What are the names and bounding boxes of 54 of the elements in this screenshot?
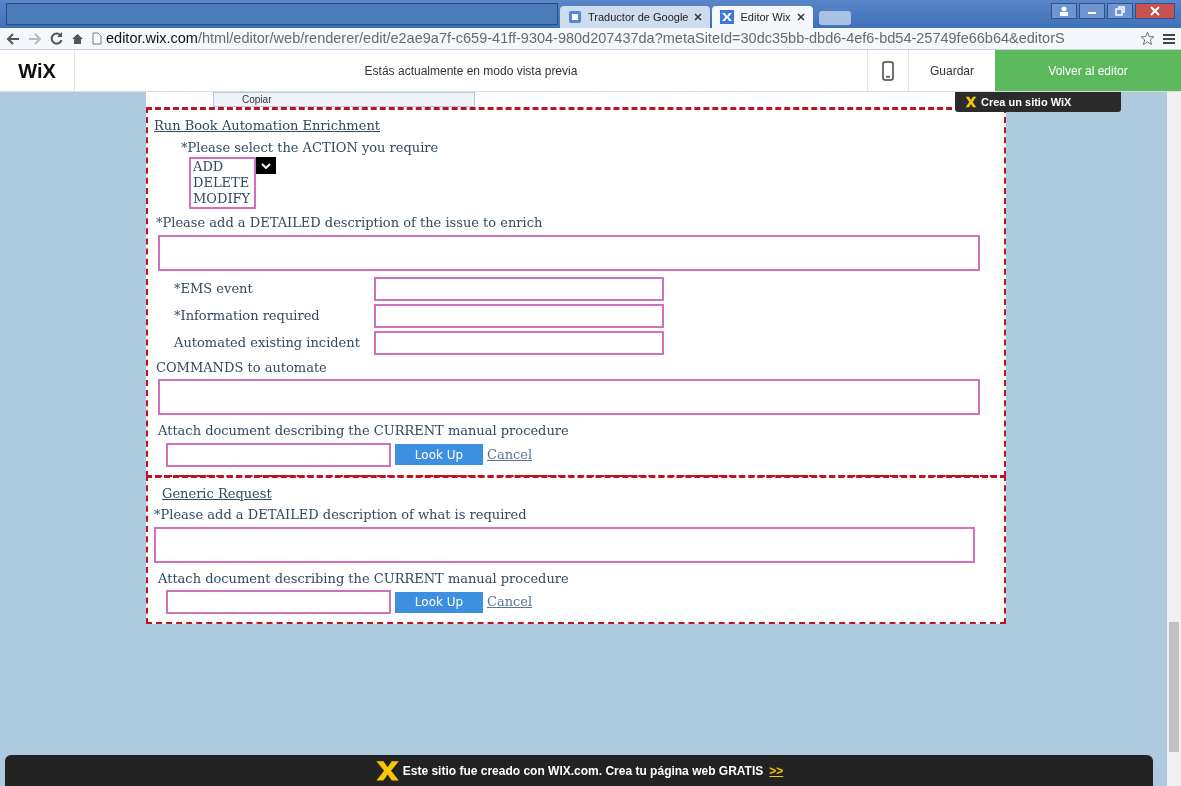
reload-icon[interactable] [50,32,63,45]
text-input[interactable] [374,303,664,328]
back-arrow-icon[interactable] [6,32,20,45]
listbox-option[interactable]: MODIFY [193,191,251,207]
field-label: *EMS event [173,279,254,298]
wix-favicon-icon [720,10,735,24]
mobile-phone-icon[interactable] [882,60,894,81]
field-label: Automated existing incident [173,333,361,352]
action-listbox[interactable]: ADD DELETE MODIFY [189,157,257,209]
text-area[interactable] [158,379,980,415]
footer-text: Este sitio fue creado con WIX.com. Crea tu página web GRATIS [402,762,764,780]
new-tab-button[interactable] [818,11,851,25]
restore-icon[interactable] [1115,6,1125,16]
wix-logo[interactable]: WiX [0,50,75,91]
scrollbar[interactable] [1167,92,1181,786]
user-icon[interactable] [1059,6,1069,16]
home-icon[interactable] [71,32,84,45]
file-input[interactable] [166,442,391,467]
file-input[interactable] [166,590,391,614]
listbox-option[interactable]: ADD [193,159,251,175]
browser-tab[interactable]: Traductor de Google [560,6,711,28]
footer-link[interactable]: >> [769,761,784,780]
text-area[interactable] [154,526,975,563]
field-label: *Please select the ACTION you require [181,138,439,157]
section-title: Generic Request [162,484,272,503]
field-label: Attach document describing the CURRENT manual procedure [157,422,569,440]
copy-tooltip[interactable]: Copiar [213,92,475,107]
menu-icon[interactable] [1163,33,1175,44]
promo-badge[interactable]: Crea un sitio WiX [955,92,1121,112]
forward-arrow-icon[interactable] [28,32,42,45]
close-icon[interactable] [796,13,805,21]
wix-x-icon [965,96,977,108]
cancel-link[interactable]: Cancel [487,444,533,465]
text-input[interactable] [374,276,664,301]
chevron-down-icon [261,162,272,169]
preview-notice: Estás actualmente en modo vista previa [363,62,579,80]
wix-x-icon [374,759,401,782]
field-label: *Please add a DETAILED description of the issue to enrich [155,214,543,232]
listbox-option[interactable]: DELETE [193,175,251,191]
cancel-link[interactable]: Cancel [487,592,533,612]
promo-text: Crea un sitio WiX [981,94,1072,110]
close-icon[interactable] [694,13,703,21]
scrollbar-thumb[interactable] [1169,622,1179,752]
field-label: Attach document describing the CURRENT manual procedure [157,569,569,588]
field-label: *Please add a DETAILED description of what is required [154,506,527,524]
text-area[interactable] [158,234,980,271]
browser-tab[interactable]: Editor Wix [712,6,813,28]
section-title: Run Book Automation Enrichment [154,117,380,135]
star-icon[interactable] [1140,31,1155,46]
dropdown-button[interactable] [256,157,277,174]
field-label: COMMANDS to automate [155,358,327,377]
field-label: *Information required [173,306,321,325]
text-input[interactable] [374,330,664,355]
page-icon [92,32,102,45]
